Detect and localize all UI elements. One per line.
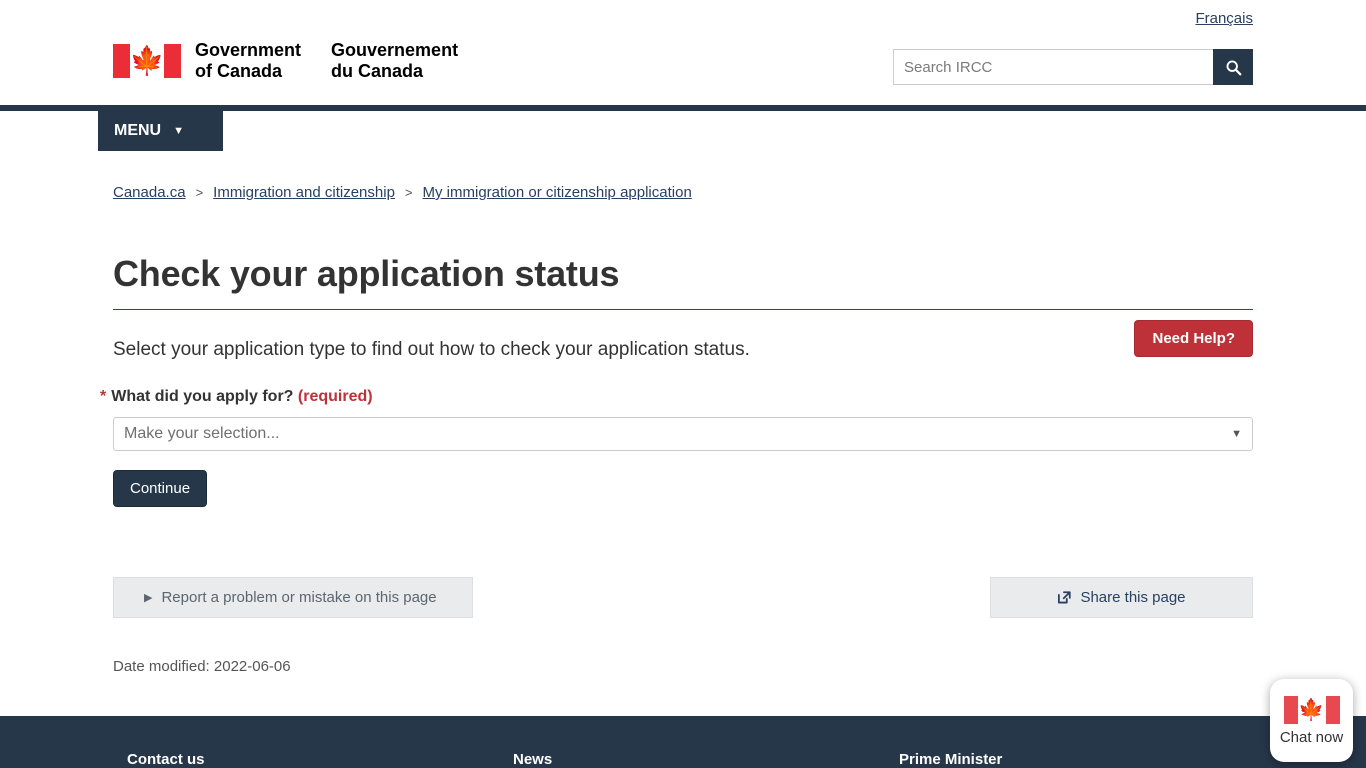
goc-brand[interactable]: 🍁 Government of Canada Gouvernement du C… (113, 40, 458, 81)
date-modified: Date modified: 2022-06-06 (113, 658, 291, 675)
wordmark-fr: Gouvernement du Canada (331, 40, 459, 81)
footer-link-news[interactable]: News (513, 751, 552, 768)
required-asterisk: * (100, 388, 107, 405)
nav-menu-bar: MENU ▼ (0, 111, 1366, 163)
breadcrumb-item-my-application[interactable]: My immigration or citizenship applicatio… (423, 184, 692, 201)
share-this-page-button[interactable]: Share this page (990, 577, 1253, 618)
search-icon (1226, 60, 1241, 75)
continue-button[interactable]: Continue (113, 470, 208, 507)
share-this-page-label: Share this page (1080, 589, 1186, 606)
breadcrumb: Canada.ca > Immigration and citizenship … (113, 184, 692, 201)
breadcrumb-item-canada-ca[interactable]: Canada.ca (113, 184, 186, 201)
footer-link-contact-us[interactable]: Contact us (127, 751, 205, 768)
form-label-text: What did you apply for? (111, 388, 294, 405)
search-button[interactable] (1213, 49, 1253, 85)
site-header: Français 🍁 Government of Canada Gouverne… (0, 0, 1366, 105)
chevron-down-icon: ▼ (1231, 428, 1242, 440)
search-input[interactable] (893, 49, 1213, 85)
form-field-label: * What did you apply for? (required) (100, 388, 373, 406)
page-title: Check your application status (113, 253, 1253, 310)
need-help-button[interactable]: Need Help? (1134, 320, 1253, 357)
site-search (893, 49, 1253, 85)
breadcrumb-separator: > (404, 185, 413, 200)
goc-wordmark: Government of Canada Gouvernement du Can… (195, 40, 458, 81)
footer-link-prime-minister[interactable]: Prime Minister (899, 751, 1002, 768)
site-footer: Contact us News Prime Minister (0, 716, 1366, 768)
report-problem-toggle[interactable]: ▶ Report a problem or mistake on this pa… (113, 577, 473, 618)
canada-flag-icon: 🍁 (113, 43, 181, 78)
required-text: (required) (297, 388, 373, 405)
application-type-select[interactable]: Make your selection... ▼ (113, 417, 1253, 451)
language-toggle: Français (1195, 10, 1253, 28)
report-problem-label: Report a problem or mistake on this page (161, 589, 437, 606)
breadcrumb-separator: > (195, 185, 204, 200)
language-link-francais[interactable]: Français (1195, 10, 1253, 27)
menu-button[interactable]: MENU ▼ (98, 111, 223, 151)
application-type-select-value: Make your selection... (124, 425, 280, 442)
canada-flag-icon: 🍁 (1283, 695, 1340, 724)
share-external-icon (1058, 591, 1072, 604)
menu-button-label: MENU (114, 122, 162, 139)
chat-now-label: Chat now (1279, 728, 1344, 746)
breadcrumb-item-immigration-and-citizenship[interactable]: Immigration and citizenship (213, 184, 395, 201)
chevron-down-icon: ▼ (173, 124, 184, 137)
chat-now-widget[interactable]: 🍁 Chat now (1270, 679, 1353, 762)
page-root: Français 🍁 Government of Canada Gouverne… (0, 0, 1366, 768)
wordmark-en: Government of Canada (195, 40, 302, 81)
intro-text: Select your application type to find out… (113, 339, 750, 360)
triangle-right-icon: ▶ (144, 592, 153, 604)
